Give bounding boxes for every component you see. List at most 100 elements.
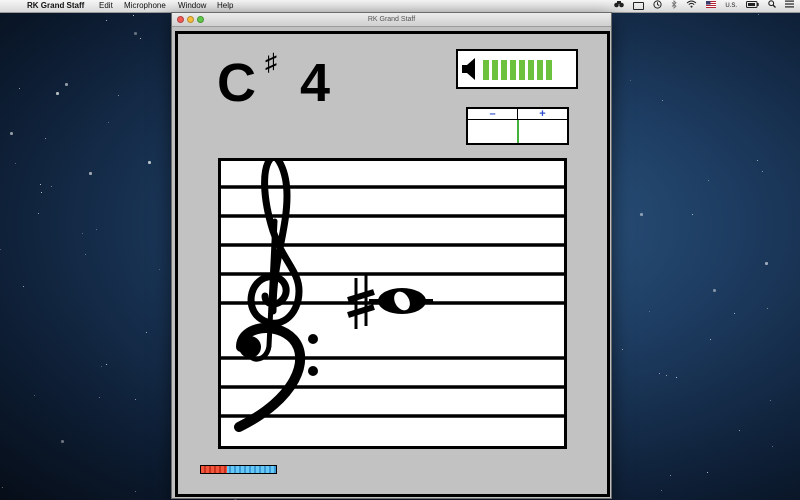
whole-note-icon: [369, 288, 433, 314]
star: [23, 286, 25, 288]
volume-bar: [492, 60, 498, 80]
grand-staff: [218, 152, 567, 449]
window-title: RK Grand Staff: [367, 16, 416, 23]
star: [2, 487, 4, 489]
star: [0, 249, 2, 251]
star: [56, 92, 59, 95]
star: [65, 83, 68, 86]
volume-level-bars: [483, 60, 552, 80]
tune-up-button[interactable]: +: [518, 109, 567, 120]
input-level-meter: [200, 465, 277, 474]
star: [106, 20, 108, 22]
star: [707, 472, 709, 474]
star: [649, 311, 651, 313]
tuner: – +: [466, 107, 569, 145]
tuner-needle: [517, 120, 519, 143]
star: [34, 395, 36, 397]
star: [670, 475, 672, 477]
star: [757, 160, 759, 162]
star: [135, 491, 137, 493]
star: [40, 184, 42, 186]
star: [10, 132, 13, 135]
star: [772, 446, 774, 448]
window-titlebar[interactable]: RK Grand Staff: [172, 13, 611, 27]
star: [758, 14, 760, 16]
star: [45, 138, 47, 140]
volume-bar: [528, 60, 534, 80]
star: [692, 214, 694, 216]
star: [89, 172, 92, 175]
main-panel: C ♯ 4 – +: [175, 31, 610, 497]
star: [659, 373, 661, 375]
star: [135, 399, 137, 401]
star: [640, 213, 643, 216]
star: [159, 269, 161, 271]
star: [676, 377, 678, 379]
star: [713, 289, 716, 292]
star: [770, 400, 772, 402]
input-source-label[interactable]: U.S.: [725, 0, 737, 12]
note-accidental: ♯: [265, 49, 277, 76]
star: [666, 375, 668, 377]
star: [101, 366, 103, 368]
volume-bar: [501, 60, 507, 80]
star: [146, 332, 148, 334]
star: [661, 490, 663, 492]
star: [133, 15, 135, 17]
note-octave: 4: [300, 53, 331, 113]
star: [734, 313, 736, 315]
battery-icon[interactable]: [746, 0, 759, 12]
star: [106, 364, 108, 366]
star: [61, 440, 64, 443]
note-letter: C: [217, 53, 256, 113]
star: [96, 229, 98, 231]
spotlight-search-icon[interactable]: [768, 0, 776, 12]
star: [765, 262, 768, 265]
star: [85, 254, 87, 256]
volume-bar: [519, 60, 525, 80]
star: [99, 397, 101, 399]
star: [762, 171, 764, 173]
star: [708, 180, 710, 182]
speaker-icon: [462, 57, 477, 86]
bluetooth-icon[interactable]: [671, 0, 677, 13]
star: [51, 186, 53, 188]
star: [662, 100, 664, 102]
tune-down-button[interactable]: –: [468, 109, 517, 120]
star: [134, 32, 137, 35]
binoculars-icon[interactable]: [614, 0, 625, 12]
volume-bar: [546, 60, 552, 80]
menu-edit[interactable]: Edit: [99, 0, 113, 12]
star: [15, 163, 17, 165]
star: [19, 88, 21, 90]
star: [739, 430, 741, 432]
wifi-icon[interactable]: [686, 0, 697, 12]
time-machine-icon[interactable]: [653, 0, 662, 13]
star: [118, 95, 120, 97]
star: [630, 80, 632, 82]
star: [622, 349, 624, 351]
menu-app-name[interactable]: RK Grand Staff: [27, 0, 84, 12]
volume-bar: [510, 60, 516, 80]
star: [41, 192, 43, 194]
star: [710, 339, 712, 341]
volume-bar: [483, 60, 489, 80]
staff-canvas: [221, 152, 564, 432]
keyboard-badge-icon[interactable]: [633, 2, 645, 10]
star: [38, 213, 40, 215]
volume-bar: [537, 60, 543, 80]
volume-control[interactable]: [456, 49, 578, 89]
app-window: RK Grand Staff C ♯ 4 – +: [171, 12, 612, 499]
input-level-fill: [201, 466, 227, 473]
star: [140, 38, 142, 40]
notification-center-icon[interactable]: [785, 0, 794, 12]
status-area: U.S.: [614, 0, 794, 12]
menu-window[interactable]: Window: [178, 0, 206, 12]
bass-clef-icon: [234, 323, 318, 432]
star: [148, 161, 151, 164]
flag-icon[interactable]: [706, 0, 717, 12]
star: [108, 122, 110, 124]
star: [82, 233, 84, 235]
menu-help[interactable]: Help: [217, 0, 233, 12]
menu-microphone[interactable]: Microphone: [124, 0, 166, 12]
